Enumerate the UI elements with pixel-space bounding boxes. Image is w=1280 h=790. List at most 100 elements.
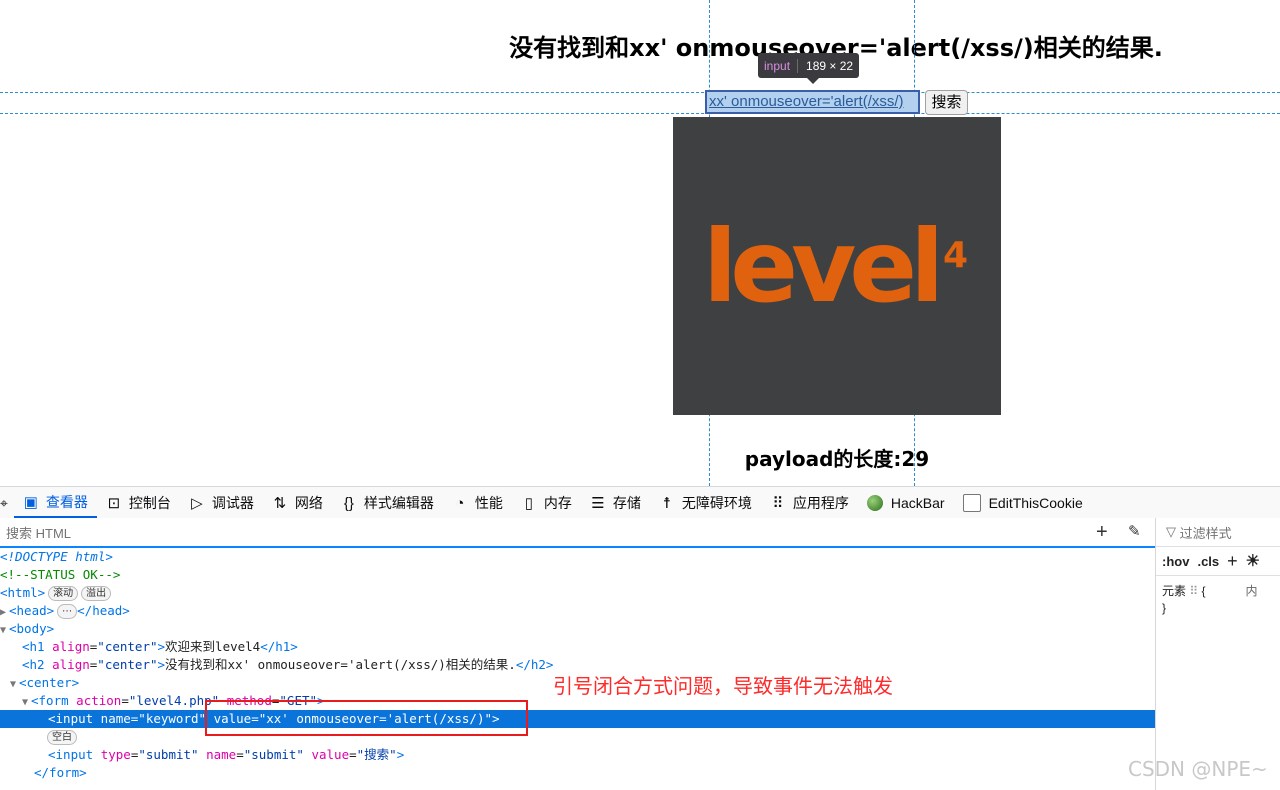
head-node: <head> (9, 603, 55, 618)
html-search-bar[interactable]: 搜索 HTML + ✎ (0, 518, 1155, 548)
tab-hackbar-label: HackBar (890, 495, 945, 511)
tab-console[interactable]: ⊡ 控制台 (97, 488, 180, 518)
tab-application[interactable]: ⠿ 应用程序 (761, 488, 858, 518)
tab-storage[interactable]: ☰ 存储 (581, 488, 650, 518)
h1-attr-value: "center" (97, 639, 158, 654)
h2-attr-value: "center" (97, 657, 158, 672)
tab-network-label: 网络 (294, 495, 323, 511)
level-logo-superscript: 4 (943, 235, 968, 276)
scroll-badge[interactable]: 滚动 (48, 586, 79, 601)
style-editor-icon: {} (343, 494, 354, 512)
ellipsis-badge[interactable]: ⋯ (57, 604, 78, 619)
h1-text: 欢迎来到level4 (165, 639, 261, 654)
h2-tag: h2 (29, 657, 45, 672)
tab-network[interactable]: ⇅ 网络 (263, 488, 332, 518)
form-tag: form (38, 693, 69, 708)
whitespace-badge[interactable]: 空白 (47, 730, 77, 745)
tab-memory[interactable]: ▯ 内存 (512, 488, 581, 518)
eyedropper-icon[interactable]: ✎ (1128, 522, 1141, 540)
h2-text: 没有找到和xx' onmouseover='alert(/xss/)相关的结果. (165, 657, 516, 672)
memory-icon: ▯ (524, 495, 534, 512)
tab-inspector[interactable]: ▣ 查看器 (13, 488, 97, 518)
hackbar-icon (866, 495, 883, 511)
tab-hackbar[interactable]: HackBar (858, 488, 954, 518)
submit-attr-value-value: "搜索" (356, 747, 397, 762)
application-icon: ⠿ (772, 495, 784, 512)
h1-tag: h1 (29, 639, 45, 654)
devtools-toolbar: ⌖ ▣ 查看器 ⊡ 控制台 ▷ 调试器 ⇅ 网络 {} 样式编辑器 ◔ 性能 ▯ 内存 ☰ 存储… (0, 486, 1280, 520)
level-logo-text: level (703, 208, 937, 325)
level4-logo: level 4 (703, 208, 968, 325)
level4-image: level 4 (673, 117, 1001, 415)
browser-page: 没有找到和xx' onmouseover='alert(/xss/)相关的结果.… (0, 0, 1280, 486)
hov-toggle[interactable]: :hov (1162, 554, 1189, 569)
overflow-badge[interactable]: 溢出 (81, 586, 112, 601)
tab-accessibility-label: 无障碍环境 (681, 495, 752, 511)
guide-line-bottom (0, 113, 1280, 114)
inline-label: 内 (1245, 584, 1258, 598)
tab-debugger-label: 调试器 (211, 495, 254, 511)
center-node: <center> (19, 675, 80, 690)
tree-line-form-close[interactable]: </form> (0, 764, 1155, 782)
tree-line-whitespace[interactable]: 空白 (0, 728, 1155, 746)
submit-attr-type: type (100, 747, 131, 762)
network-icon: ⇅ (273, 495, 287, 512)
tree-line-input-selected[interactable]: <input name="keyword" value="xx' onmouse… (0, 710, 1155, 728)
tree-line-head[interactable]: ▶ <head> ⋯ </head> (0, 602, 1155, 620)
search-button[interactable]: 搜索 (925, 90, 968, 115)
tab-storage-label: 存储 (612, 495, 641, 511)
head-close-node: </head> (77, 603, 130, 618)
comment-node: <!--STATUS OK--> (0, 567, 121, 582)
storage-icon: ☰ (591, 495, 605, 512)
cookie-icon (962, 494, 981, 512)
submit-attr-name-value: "submit" (243, 747, 304, 762)
form-close-node: </form> (34, 765, 87, 780)
tab-editthiscookie-label: EditThisCookie (988, 495, 1083, 511)
html-search-placeholder: 搜索 HTML (6, 525, 72, 541)
cls-toggle[interactable]: .cls (1197, 554, 1219, 569)
element-label: 元素 (1162, 584, 1187, 598)
tab-application-label: 应用程序 (792, 495, 849, 511)
filter-icon: ▽ (1166, 524, 1180, 539)
console-icon: ⊡ (107, 495, 121, 512)
tab-accessibility[interactable]: ☨ 无障碍环境 (650, 488, 761, 518)
annotation-text: 引号闭合方式问题，导致事件无法触发 (553, 674, 893, 698)
tab-performance-label: 性能 (474, 495, 503, 511)
tree-line-submit[interactable]: <input type="submit" name="submit" value… (0, 746, 1155, 764)
keyword-input[interactable]: xx' onmouseover='alert(/xss/) (705, 90, 920, 114)
submit-attr-value: value (311, 747, 350, 762)
tree-line-h1[interactable]: <h1 align="center">欢迎来到level4</h1> (0, 638, 1155, 656)
h2-attr: align (52, 657, 90, 672)
grid-icon: ⠿ (1189, 584, 1199, 598)
inspector-icon: ▣ (23, 494, 38, 511)
guide-line-top (0, 92, 1280, 93)
brace-close: } (1162, 601, 1167, 615)
accessibility-icon: ☨ (662, 495, 671, 512)
rules-panel: ▽ 过滤样式 :hov .cls + ☀ 元素 ⠿ {内 } (1155, 518, 1280, 790)
add-node-icon[interactable]: + (1096, 521, 1108, 544)
tree-line-comment[interactable]: <!--STATUS OK--> (0, 566, 1155, 584)
submit-attr-name: name (206, 747, 237, 762)
tooltip-tag: input (758, 58, 799, 73)
tab-editthiscookie[interactable]: EditThisCookie (954, 488, 1092, 518)
tooltip-dimensions: 189 × 22 (806, 58, 854, 73)
element-rule[interactable]: 元素 ⠿ {内 (1156, 576, 1280, 599)
annotation-red-box (205, 700, 528, 736)
submit-attr-type-value: "submit" (138, 747, 199, 762)
light-theme-icon[interactable]: ☀ (1246, 551, 1260, 571)
tree-line-html[interactable]: <html> 滚动 溢出 (0, 584, 1155, 602)
add-rule-icon[interactable]: + (1227, 551, 1238, 572)
markup-tree: <!DOCTYPE html> <!--STATUS OK--> <html> 滚… (0, 548, 1155, 790)
tree-line-doctype[interactable]: <!DOCTYPE html> (0, 548, 1155, 566)
tab-style-editor[interactable]: {} 样式编辑器 (332, 488, 443, 518)
element-highlight-tooltip: input 189 × 22 (758, 53, 860, 84)
h1-attr: align (52, 639, 90, 654)
tree-line-body[interactable]: ▼ <body> (0, 620, 1155, 638)
tab-debugger[interactable]: ▷ 调试器 (180, 488, 263, 518)
pick-element-icon: ⌖ (0, 494, 8, 511)
form-attr-action: action (76, 693, 122, 708)
tab-performance[interactable]: ◔ 性能 (443, 488, 512, 518)
pick-element-button[interactable]: ⌖ (0, 488, 14, 518)
filter-styles-input[interactable]: ▽ 过滤样式 (1156, 518, 1280, 547)
csdn-watermark: CSDN @NPE~ (1128, 757, 1268, 781)
